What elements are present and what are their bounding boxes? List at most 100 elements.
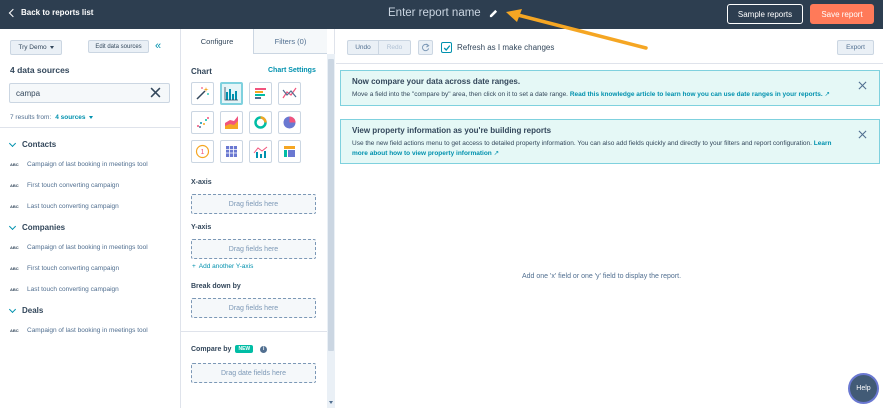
chart-type-line[interactable] — [278, 82, 301, 105]
text-type-icon: ABC — [10, 183, 19, 188]
pie-chart-icon — [283, 116, 296, 129]
help-button[interactable]: Help — [850, 375, 877, 402]
chart-section-title: Chart — [191, 67, 212, 76]
collapse-panel-icon[interactable]: « — [155, 41, 161, 52]
refresh-checkbox[interactable] — [441, 42, 452, 53]
y-axis-label: Y-axis — [191, 224, 212, 231]
chart-type-pivot[interactable] — [278, 140, 301, 163]
sample-reports-button[interactable]: Sample reports — [727, 4, 803, 24]
field-item[interactable]: ABC First touch converting campaign — [10, 182, 119, 189]
field-item[interactable]: ABC Campaign of last booking in meetings… — [10, 161, 148, 168]
info-icon[interactable]: i — [260, 345, 268, 353]
breakdown-dropzone[interactable]: Drag fields here — [191, 298, 316, 318]
caret-down-icon — [49, 46, 54, 49]
table-icon — [226, 146, 237, 157]
magic-wand-icon — [196, 87, 209, 100]
report-name-input[interactable]: Enter report name — [388, 7, 498, 19]
field-item[interactable]: ABC Last touch converting campaign — [10, 286, 119, 293]
chevron-down-icon — [8, 222, 17, 230]
field-search-input[interactable]: campa — [9, 83, 170, 103]
top-header: Back to reports list Enter report name S… — [0, 0, 883, 29]
line-chart-icon — [282, 87, 297, 99]
text-type-icon: ABC — [10, 162, 19, 167]
chart-type-summary[interactable]: 1 — [191, 140, 214, 163]
results-sources-label: 4 sources — [55, 114, 86, 121]
banner-link[interactable]: Read this knowledge article to learn how… — [570, 91, 823, 98]
external-link-icon: ↗ — [493, 149, 500, 157]
pencil-icon[interactable] — [489, 9, 498, 18]
results-prefix: 7 results from: — [10, 114, 52, 121]
chevron-down-icon — [8, 305, 17, 313]
clear-search-icon[interactable] — [150, 87, 161, 98]
chart-type-scatter[interactable] — [191, 111, 214, 134]
donut-chart-icon — [254, 116, 267, 129]
y-axis-dropzone[interactable]: Drag fields here — [191, 239, 316, 259]
svg-text:1: 1 — [201, 149, 205, 156]
group-companies[interactable]: Companies — [8, 222, 65, 232]
export-button[interactable]: Export — [837, 40, 874, 55]
compare-dates-banner: Now compare your data across date ranges… — [340, 70, 880, 106]
results-sources-dropdown[interactable]: 4 sources — [55, 114, 93, 121]
refresh-icon — [422, 43, 430, 52]
pivot-table-icon — [284, 146, 295, 157]
breakdown-label: Break down by — [191, 283, 241, 290]
field-item[interactable]: ABC Campaign of last booking in meetings… — [10, 327, 148, 334]
column-chart-icon — [224, 87, 238, 101]
compare-label-text: Compare by — [191, 345, 232, 353]
compare-dropzone[interactable]: Drag date fields here — [191, 363, 316, 383]
redo-button[interactable]: Redo — [379, 40, 411, 55]
config-panel: Configure Filters (0) Chart Chart Settin… — [181, 29, 335, 408]
chart-type-column[interactable] — [220, 82, 243, 105]
back-to-reports-link[interactable]: Back to reports list — [8, 8, 94, 17]
banner-body: Use the new field actions menu to get ac… — [352, 139, 849, 158]
text-type-icon: ABC — [10, 204, 19, 209]
report-name-placeholder: Enter report name — [388, 7, 481, 19]
search-value: campa — [16, 88, 41, 98]
field-label: First touch converting campaign — [27, 265, 120, 272]
banner-title: Now compare your data across date ranges… — [352, 77, 521, 86]
compare-by-label: Compare by NEW i — [191, 345, 268, 353]
checkmark-icon — [443, 44, 450, 51]
results-summary: 7 results from: 4 sources — [10, 114, 93, 121]
text-type-icon: ABC — [10, 266, 19, 271]
chart-settings-link[interactable]: Chart Settings — [268, 67, 316, 74]
back-link-label: Back to reports list — [21, 8, 94, 17]
external-link-icon: ↗ — [824, 91, 830, 98]
summary-number-icon: 1 — [195, 144, 210, 159]
chart-type-table[interactable] — [220, 140, 243, 163]
scrollbar-thumb[interactable] — [328, 59, 334, 351]
chart-type-bar[interactable] — [249, 82, 272, 105]
field-item[interactable]: ABC Campaign of last booking in meetings… — [10, 244, 148, 251]
close-icon[interactable] — [858, 130, 867, 139]
chart-type-magic[interactable] — [191, 82, 214, 105]
banner-title: View property information as you're buil… — [352, 126, 552, 135]
group-contacts[interactable]: Contacts — [8, 139, 56, 149]
banner-text: Move a field into the "compare by" area,… — [352, 91, 568, 98]
chart-type-combination[interactable] — [249, 140, 272, 163]
scroll-down-arrow-icon[interactable] — [329, 401, 333, 404]
field-item[interactable]: ABC Last touch converting campaign — [10, 203, 119, 210]
tab-configure[interactable]: Configure — [181, 29, 253, 54]
field-item[interactable]: ABC First touch converting campaign — [10, 265, 119, 272]
chart-type-area[interactable] — [220, 111, 243, 134]
field-label: Campaign of last booking in meetings too… — [27, 327, 148, 334]
field-label: Last touch converting campaign — [27, 286, 119, 293]
chevron-down-icon — [8, 139, 17, 147]
tab-filters[interactable]: Filters (0) — [253, 29, 327, 54]
divider — [181, 331, 327, 332]
chart-type-pie[interactable] — [278, 111, 301, 134]
close-icon[interactable] — [858, 81, 867, 90]
chart-type-donut[interactable] — [249, 111, 272, 134]
add-y-axis-link[interactable]: + Add another Y-axis — [192, 263, 253, 270]
group-deals[interactable]: Deals — [8, 305, 43, 315]
divider — [336, 63, 883, 64]
save-report-button[interactable]: Save report — [810, 4, 874, 24]
refresh-button[interactable] — [418, 40, 433, 55]
x-axis-dropzone[interactable]: Drag fields here — [191, 194, 316, 214]
banner-text: Use the new field actions menu to get ac… — [352, 140, 812, 147]
try-demo-dropdown[interactable]: Try Demo — [10, 40, 62, 55]
edit-data-sources-button[interactable]: Edit data sources — [88, 40, 149, 53]
add-y-axis-label: Add another Y-axis — [198, 263, 254, 270]
x-axis-label: X-axis — [191, 179, 212, 186]
undo-button[interactable]: Undo — [347, 40, 379, 55]
